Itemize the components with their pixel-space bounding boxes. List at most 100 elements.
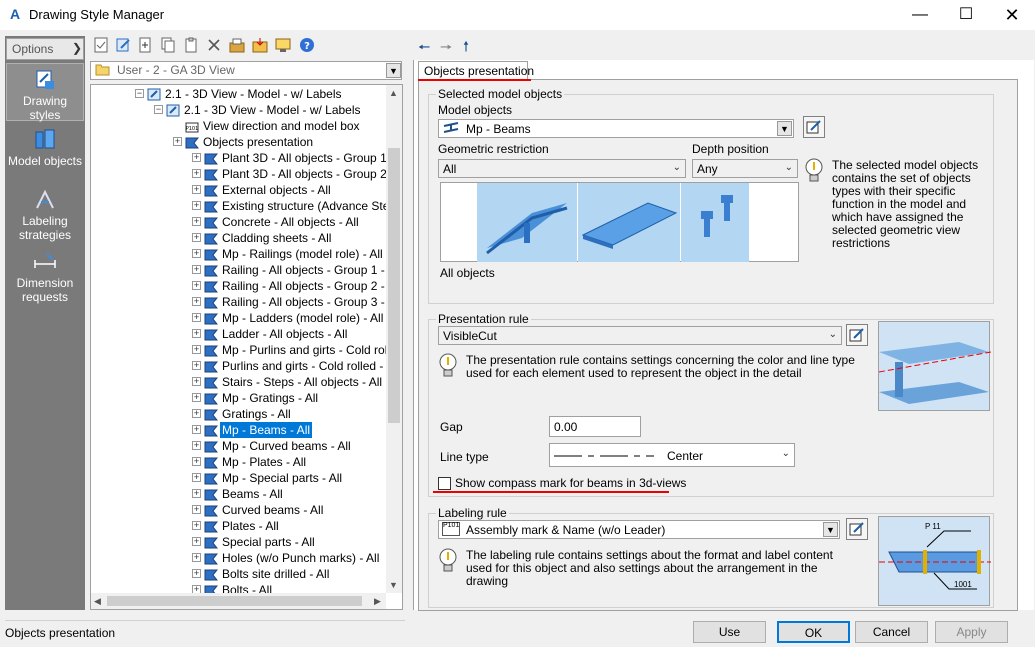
close-button[interactable]: ✕ <box>989 0 1035 30</box>
tree-expander-icon[interactable]: + <box>192 425 201 434</box>
apply-button[interactable]: Apply <box>935 621 1008 643</box>
model-objects-select[interactable]: Mp - Beams ▼ <box>438 119 794 138</box>
labeling-rule-select[interactable]: P101 Assembly mark & Name (w/o Leader) ▼ <box>438 520 840 539</box>
tree-item[interactable]: − 2.1 - 3D View - Model - w/ Labels <box>91 102 387 118</box>
nav-drawing-styles[interactable]: Drawing styles <box>6 63 84 122</box>
tree-item[interactable]: + Mp - Ladders (model role) - All <box>91 310 387 326</box>
minimize-button[interactable]: — <box>897 0 943 30</box>
tree-item[interactable]: + Plant 3D - All objects - Group 2 - A <box>91 166 387 182</box>
nav-dimension-requests[interactable]: Dimension requests <box>6 246 84 306</box>
copy-icon[interactable] <box>160 37 176 53</box>
chevron-down-icon[interactable]: ▼ <box>823 522 838 537</box>
tree-expander-icon[interactable]: − <box>154 105 163 114</box>
gap-input[interactable] <box>549 416 641 437</box>
new-document-icon[interactable] <box>137 37 153 53</box>
tree-expander-icon[interactable]: + <box>192 377 201 386</box>
scroll-down-icon[interactable]: ▼ <box>389 580 398 590</box>
tree-expander-icon[interactable]: + <box>192 201 201 210</box>
tree-expander-icon[interactable]: + <box>192 265 201 274</box>
tree-item[interactable]: + Mp - Plates - All <box>91 454 387 470</box>
tree-expander-icon[interactable]: + <box>192 393 201 402</box>
tree-item[interactable]: + Special parts - All <box>91 534 387 550</box>
nav-labeling-strategies[interactable]: Labeling strategies <box>6 184 84 244</box>
tree-expander-icon[interactable]: + <box>192 169 201 178</box>
tree-item[interactable]: + Objects presentation <box>91 134 387 150</box>
edit-model-objects-button[interactable] <box>803 116 825 138</box>
tree-item[interactable]: + Plates - All <box>91 518 387 534</box>
presentation-rule-select[interactable]: VisibleCut ⌄ <box>438 326 842 345</box>
paste-icon[interactable] <box>183 37 199 53</box>
tree-expander-icon[interactable]: + <box>192 457 201 466</box>
tree-expander-icon[interactable]: + <box>192 329 201 338</box>
edit-presentation-button[interactable] <box>846 324 868 346</box>
ok-button[interactable]: OK <box>777 621 850 643</box>
tree-expander-icon[interactable]: + <box>192 361 201 370</box>
tree-expander-icon[interactable]: + <box>192 185 201 194</box>
tree-expander-icon[interactable]: + <box>192 297 201 306</box>
tree-expander-icon[interactable]: − <box>135 89 144 98</box>
tree-expander-icon[interactable]: + <box>192 233 201 242</box>
tree-item[interactable]: + Plant 3D - All objects - Group 1 - A <box>91 150 387 166</box>
import-icon[interactable] <box>252 37 268 53</box>
tree-item[interactable]: + Bolts site drilled - All <box>91 566 387 582</box>
check-document-icon[interactable] <box>93 37 109 53</box>
linetype-select[interactable]: Center ⌄ <box>549 443 795 467</box>
tree-item[interactable]: −P101View direction and model box <box>91 118 387 134</box>
chevron-down-icon[interactable]: ▼ <box>386 63 401 78</box>
tree-expander-icon[interactable]: + <box>192 217 201 226</box>
tree-item[interactable]: + External objects - All <box>91 182 387 198</box>
tree-scroll-thumb[interactable] <box>388 148 400 423</box>
tree-expander-icon[interactable]: + <box>192 281 201 290</box>
preview-icon[interactable] <box>275 37 291 53</box>
scroll-right-icon[interactable]: ▶ <box>374 596 381 607</box>
tree-item[interactable]: + Purlins and girts - Cold rolled - All <box>91 358 387 374</box>
edit-labeling-button[interactable] <box>846 518 868 540</box>
tree-expander-icon[interactable]: + <box>192 313 201 322</box>
up-arrow-icon[interactable]: 🠕 <box>463 36 469 60</box>
tree-item[interactable]: + Concrete - All objects - All <box>91 214 387 230</box>
geo-restriction-select[interactable]: All ⌄ <box>438 159 686 178</box>
forward-arrow-icon[interactable]: 🠖 <box>440 37 452 61</box>
export-icon[interactable] <box>229 37 245 53</box>
tree-item[interactable]: + Ladder - All objects - All <box>91 326 387 342</box>
compass-mark-checkbox[interactable] <box>438 477 451 490</box>
tree-expander-icon[interactable]: + <box>192 153 201 162</box>
help-icon[interactable]: ? <box>299 37 315 53</box>
tree-item[interactable]: + Railing - All objects - Group 3 - All <box>91 294 387 310</box>
tree-expander-icon[interactable]: + <box>192 473 201 482</box>
tree-expander-icon[interactable]: + <box>192 441 201 450</box>
tree-item[interactable]: + Gratings - All <box>91 406 387 422</box>
tree-item[interactable]: + Mp - Railings (model role) - All <box>91 246 387 262</box>
tree-item[interactable]: − 2.1 - 3D View - Model - w/ Labels <box>91 86 387 102</box>
scroll-left-icon[interactable]: ◀ <box>94 596 101 607</box>
tree-expander-icon[interactable]: + <box>192 569 201 578</box>
cancel-button[interactable]: Cancel <box>855 621 928 643</box>
tree-item[interactable]: + Cladding sheets - All <box>91 230 387 246</box>
tree-expander-icon[interactable]: + <box>192 521 201 530</box>
tree-item[interactable]: + Railing - All objects - Group 1 - All <box>91 262 387 278</box>
tree-item[interactable]: + Railing - All objects - Group 2 - All <box>91 278 387 294</box>
chevron-down-icon[interactable]: ▼ <box>777 121 792 136</box>
tree-expander-icon[interactable]: + <box>192 249 201 258</box>
tree-item[interactable]: + Beams - All <box>91 486 387 502</box>
tree-item[interactable]: + Curved beams - All <box>91 502 387 518</box>
tree-item[interactable]: + Mp - Beams - All <box>91 422 387 438</box>
tree-item[interactable]: + Holes (w/o Punch marks) - All <box>91 550 387 566</box>
tree-expander-icon[interactable]: + <box>192 345 201 354</box>
delete-icon[interactable] <box>206 37 222 53</box>
tree-item[interactable]: + Mp - Special parts - All <box>91 470 387 486</box>
tree-item[interactable]: + Mp - Gratings - All <box>91 390 387 406</box>
tree-item[interactable]: + Mp - Curved beams - All <box>91 438 387 454</box>
tree-expander-icon[interactable]: + <box>173 137 182 146</box>
tree-hscroll-thumb[interactable] <box>107 596 362 606</box>
edit-style-icon[interactable] <box>115 37 131 53</box>
tree-expander-icon[interactable]: + <box>192 505 201 514</box>
tree-item[interactable]: + Mp - Purlins and girts - Cold rolled <box>91 342 387 358</box>
tree-expander-icon[interactable]: + <box>192 553 201 562</box>
tree-expander-icon[interactable]: + <box>192 409 201 418</box>
tree-item[interactable]: + Existing structure (Advance Steel <box>91 198 387 214</box>
back-arrow-icon[interactable]: 🠔 <box>418 37 430 61</box>
maximize-button[interactable]: ☐ <box>943 0 989 30</box>
tree-expander-icon[interactable]: + <box>192 489 201 498</box>
depth-position-select[interactable]: Any ⌄ <box>692 159 798 178</box>
